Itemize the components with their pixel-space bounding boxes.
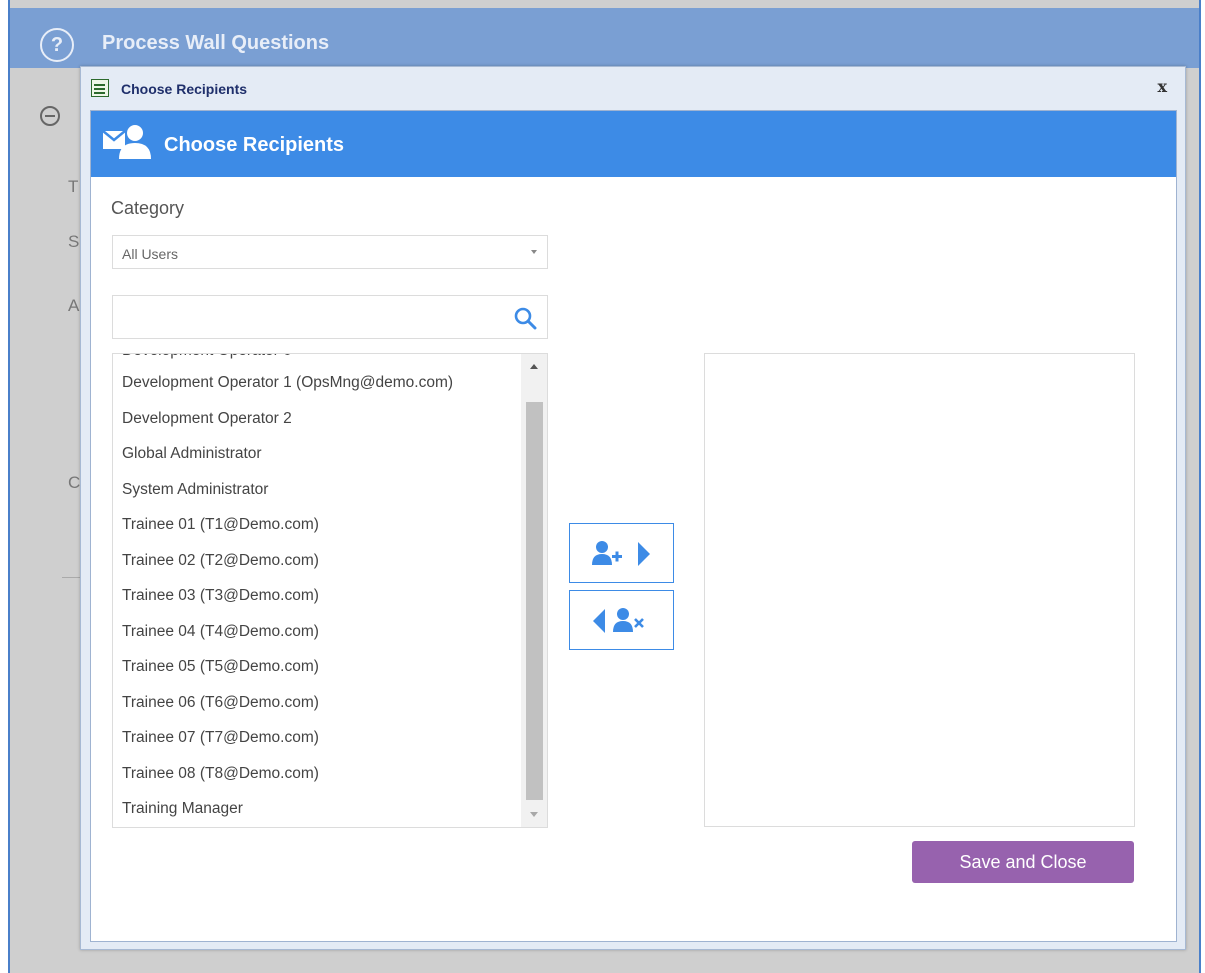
background-header: ? Process Wall Questions [10, 8, 1199, 68]
list-item[interactable]: Trainee 04 (T4@Demo.com) [122, 623, 319, 641]
dialog-window-title: Choose Recipients [121, 81, 248, 97]
remove-recipient-button[interactable] [569, 590, 674, 650]
list-item-partial[interactable]: Development Operator 0 [122, 354, 292, 360]
search-icon[interactable] [513, 306, 537, 330]
category-label: Category [111, 198, 185, 218]
list-item[interactable]: Trainee 01 (T1@Demo.com) [122, 516, 319, 534]
scroll-up-icon[interactable] [530, 364, 538, 369]
scroll-thumb[interactable] [526, 402, 543, 800]
background-partial-label: C [68, 473, 81, 492]
mail-user-icon [102, 125, 151, 159]
choose-recipients-dialog: Choose Recipients x Choose Recipients Ca… [80, 66, 1186, 950]
list-scrollbar[interactable] [521, 354, 547, 827]
list-item[interactable]: System Administrator [122, 481, 268, 499]
remove-user-left-icon [593, 608, 644, 633]
dialog-header-band: Choose Recipients [91, 111, 1176, 177]
close-button[interactable]: x [1157, 77, 1167, 96]
list-item[interactable]: Trainee 03 (T3@Demo.com) [122, 587, 319, 605]
dialog-titlebar: Choose Recipients x [81, 67, 1185, 109]
save-and-close-button[interactable]: Save and Close [912, 841, 1134, 883]
selected-recipients-list[interactable] [704, 353, 1135, 827]
list-item[interactable]: Trainee 08 (T8@Demo.com) [122, 765, 319, 783]
list-item[interactable]: Global Administrator [122, 445, 262, 463]
add-recipient-button[interactable] [569, 523, 674, 583]
list-item[interactable]: Trainee 06 (T6@Demo.com) [122, 694, 319, 712]
dialog-header-title: Choose Recipients [164, 134, 345, 156]
background-partial-label: A [68, 296, 80, 315]
search-input[interactable] [112, 295, 548, 339]
list-item[interactable]: Trainee 07 (T7@Demo.com) [122, 729, 319, 747]
list-item[interactable]: Trainee 02 (T2@Demo.com) [122, 552, 319, 570]
list-item[interactable]: Development Operator 2 [122, 410, 292, 428]
chevron-down-icon [531, 250, 537, 254]
list-item[interactable]: Development Operator 1 (OpsMng@demo.com) [122, 374, 453, 392]
background-partial-label: S [68, 232, 80, 251]
list-item[interactable]: Trainee 05 (T5@Demo.com) [122, 658, 319, 676]
category-select[interactable]: All Users [112, 235, 548, 269]
background-title: Process Wall Questions [102, 32, 330, 54]
available-users-list[interactable]: Development Operator 0 Development Opera… [112, 353, 548, 828]
form-window-icon [91, 79, 109, 97]
add-user-right-icon [592, 541, 650, 566]
scroll-down-icon[interactable] [530, 812, 538, 817]
category-select-value: All Users [122, 246, 179, 262]
background-partial-label: T [68, 177, 79, 196]
collapse-icon[interactable] [40, 106, 60, 126]
question-circle-icon: ? [40, 28, 74, 62]
list-item[interactable]: Training Manager [122, 800, 243, 818]
dialog-content: Choose Recipients Category All Users Dev… [90, 110, 1177, 942]
